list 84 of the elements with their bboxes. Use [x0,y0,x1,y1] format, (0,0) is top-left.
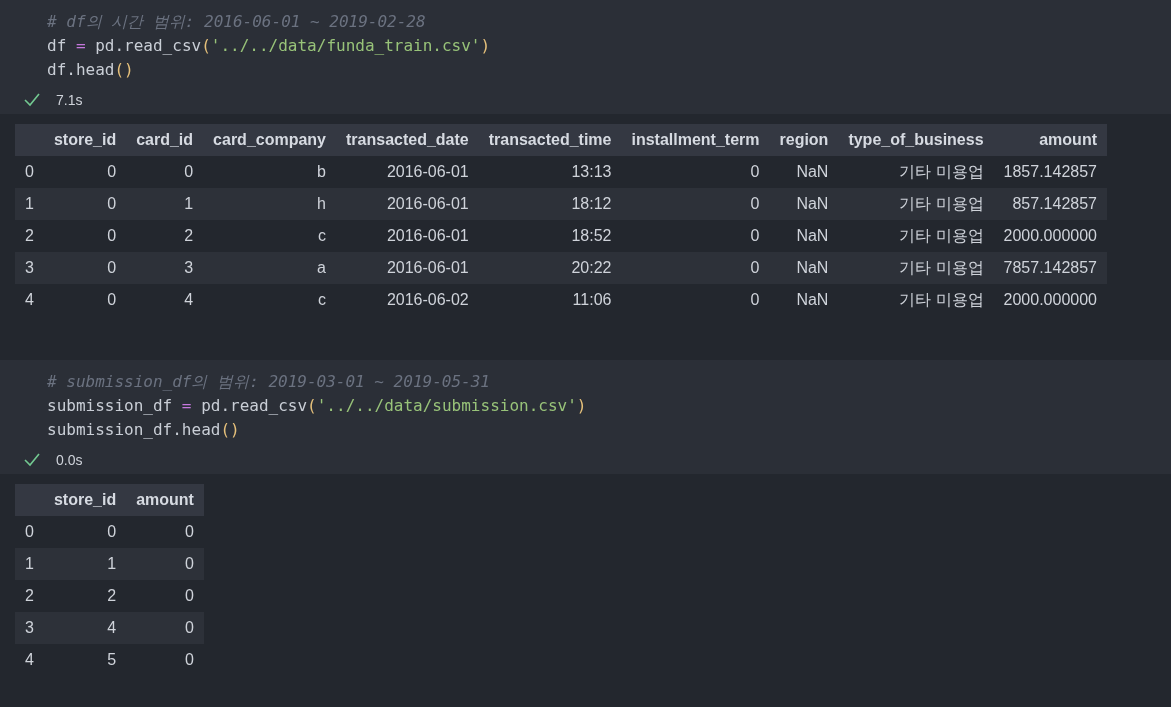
column-header: transacted_time [478,124,622,156]
table-cell: 857.142857 [993,188,1107,220]
table-cell: NaN [769,252,839,284]
table-cell: h [203,188,336,220]
table-cell: 0 [126,548,204,580]
table-cell: b [203,156,336,188]
column-header: transacted_date [336,124,479,156]
column-header: type_of_business [838,124,994,156]
column-header: store_id [43,484,127,516]
table-cell: 3 [126,252,204,284]
table-cell: 4 [43,612,127,644]
table-cell: 0 [43,220,127,252]
row-index: 1 [15,548,44,580]
table-cell: 0 [621,220,770,252]
table-cell: 2000.000000 [993,284,1107,316]
table-cell: NaN [769,188,839,220]
table-cell: 18:12 [478,188,622,220]
column-header: region [769,124,839,156]
table-cell: 2016-06-02 [336,284,479,316]
table-cell: 0 [126,580,204,612]
row-index: 0 [15,156,44,188]
table-cell: 5 [43,644,127,676]
code-line: df.head() [46,59,135,81]
table-cell: 20:22 [478,252,622,284]
column-header: amount [993,124,1107,156]
row-index: 2 [15,580,44,612]
table-cell: 18:52 [478,220,622,252]
code-comment: # df의 시간 범위: 2016-06-01 ~ 2019-02-28 [46,11,427,33]
table-cell: 0 [43,188,127,220]
table-cell: 13:13 [478,156,622,188]
table-cell: 1 [126,188,204,220]
table-cell: 11:06 [478,284,622,316]
table-cell: 기타 미용업 [838,156,994,188]
table-cell: a [203,252,336,284]
execution-time: 0.0s [56,452,83,468]
table-cell: 4 [126,284,204,316]
table-cell: 0 [621,156,770,188]
code-line: submission_df.head() [46,419,241,441]
table-cell: 0 [621,284,770,316]
row-index: 4 [15,644,44,676]
table-cell: 0 [621,188,770,220]
table-cell: 기타 미용업 [838,252,994,284]
table-cell: 기타 미용업 [838,220,994,252]
table-cell: c [203,220,336,252]
table-cell: 0 [43,156,127,188]
table-cell: c [203,284,336,316]
table-cell: 기타 미용업 [838,284,994,316]
code-line: df = pd.read_csv('../../data/funda_train.csv') [46,35,492,57]
table-cell: 1857.142857 [993,156,1107,188]
row-index: 1 [15,188,44,220]
table-cell: 0 [621,252,770,284]
table-cell: 2016-06-01 [336,156,479,188]
column-header: amount [126,484,204,516]
execution-time: 7.1s [56,92,83,108]
table-cell: 2016-06-01 [336,220,479,252]
table-cell: 7857.142857 [993,252,1107,284]
table-cell: NaN [769,220,839,252]
table-cell: 2000.000000 [993,220,1107,252]
row-index: 4 [15,284,44,316]
row-index: 2 [15,220,44,252]
table-cell: 1 [43,548,127,580]
table-cell: 0 [126,516,204,548]
table-cell: 2016-06-01 [336,188,479,220]
column-header: store_id [43,124,127,156]
table-cell: NaN [769,156,839,188]
table-cell: 0 [43,284,127,316]
code-line: submission_df = pd.read_csv('../../data/submission.csv') [46,395,588,417]
column-header: installment_term [621,124,770,156]
table-cell: 0 [43,252,127,284]
row-index: 3 [15,252,44,284]
table-cell: NaN [769,284,839,316]
table-cell: 0 [126,156,204,188]
table-cell: 2 [43,580,127,612]
table-cell: 2016-06-01 [336,252,479,284]
column-header: card_company [203,124,336,156]
table-cell: 0 [126,612,204,644]
table-cell: 0 [126,644,204,676]
table-cell: 0 [43,516,127,548]
code-comment: # submission_df의 범위: 2019-03-01 ~ 2019-05-31 [46,371,491,393]
row-index: 0 [15,516,44,548]
row-index: 3 [15,612,44,644]
column-header: card_id [126,124,204,156]
table-cell: 2 [126,220,204,252]
table-cell: 기타 미용업 [838,188,994,220]
